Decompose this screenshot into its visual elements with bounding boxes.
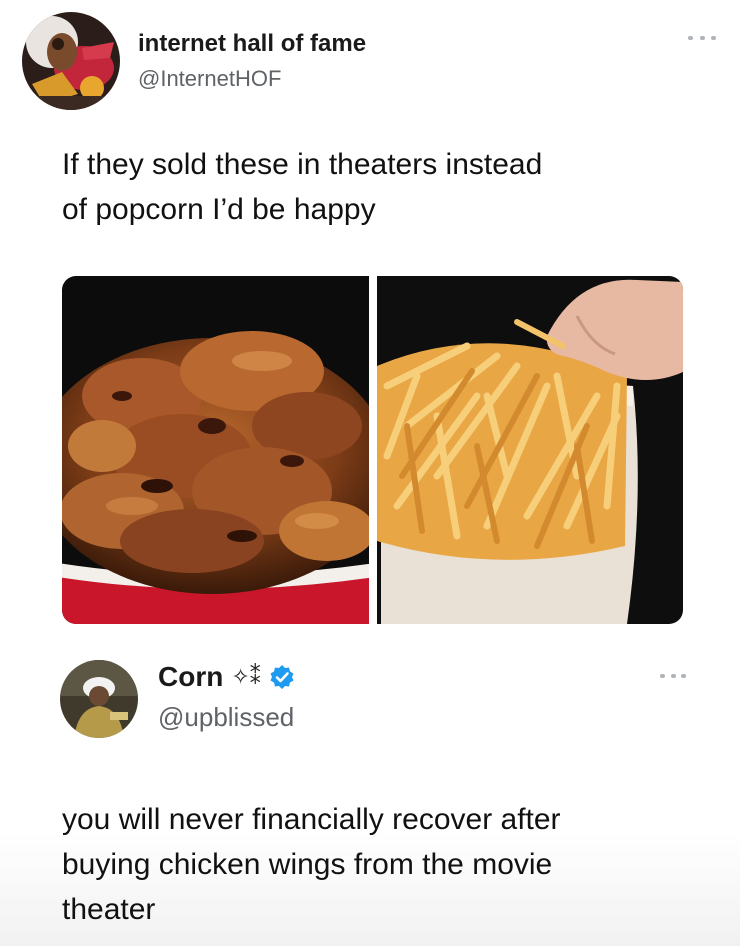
display-name[interactable]: internet hall of fame	[138, 30, 366, 58]
avatar-image	[22, 12, 120, 110]
name-decoration-symbols: ✧⁑	[231, 664, 261, 689]
tweet-text: If they sold these in theaters instead o…	[62, 148, 543, 226]
user-handle[interactable]: @InternetHOF	[138, 66, 281, 92]
tweet-screenshot: internet hall of fame @InternetHOF If th…	[0, 0, 740, 946]
reply-avatar-image	[60, 660, 138, 738]
reply-more-options-button[interactable]	[660, 668, 686, 684]
tweet-image-chicken-wings[interactable]	[62, 276, 369, 624]
reply-tweet-text: you will never financially recover after…	[62, 803, 561, 926]
more-options-button[interactable]	[688, 30, 716, 46]
reply-display-name[interactable]: Corn	[158, 661, 223, 693]
more-horizontal-icon	[688, 36, 716, 40]
more-horizontal-icon	[660, 674, 686, 678]
profile-avatar[interactable]	[22, 12, 120, 110]
reply-user-handle[interactable]: @upblissed	[158, 702, 294, 733]
reply-profile-avatar[interactable]	[60, 660, 138, 738]
reply-name-row[interactable]: Corn ✧⁑	[158, 660, 295, 694]
verified-badge-icon	[270, 665, 294, 689]
tweet-image-french-fries[interactable]	[377, 276, 683, 624]
